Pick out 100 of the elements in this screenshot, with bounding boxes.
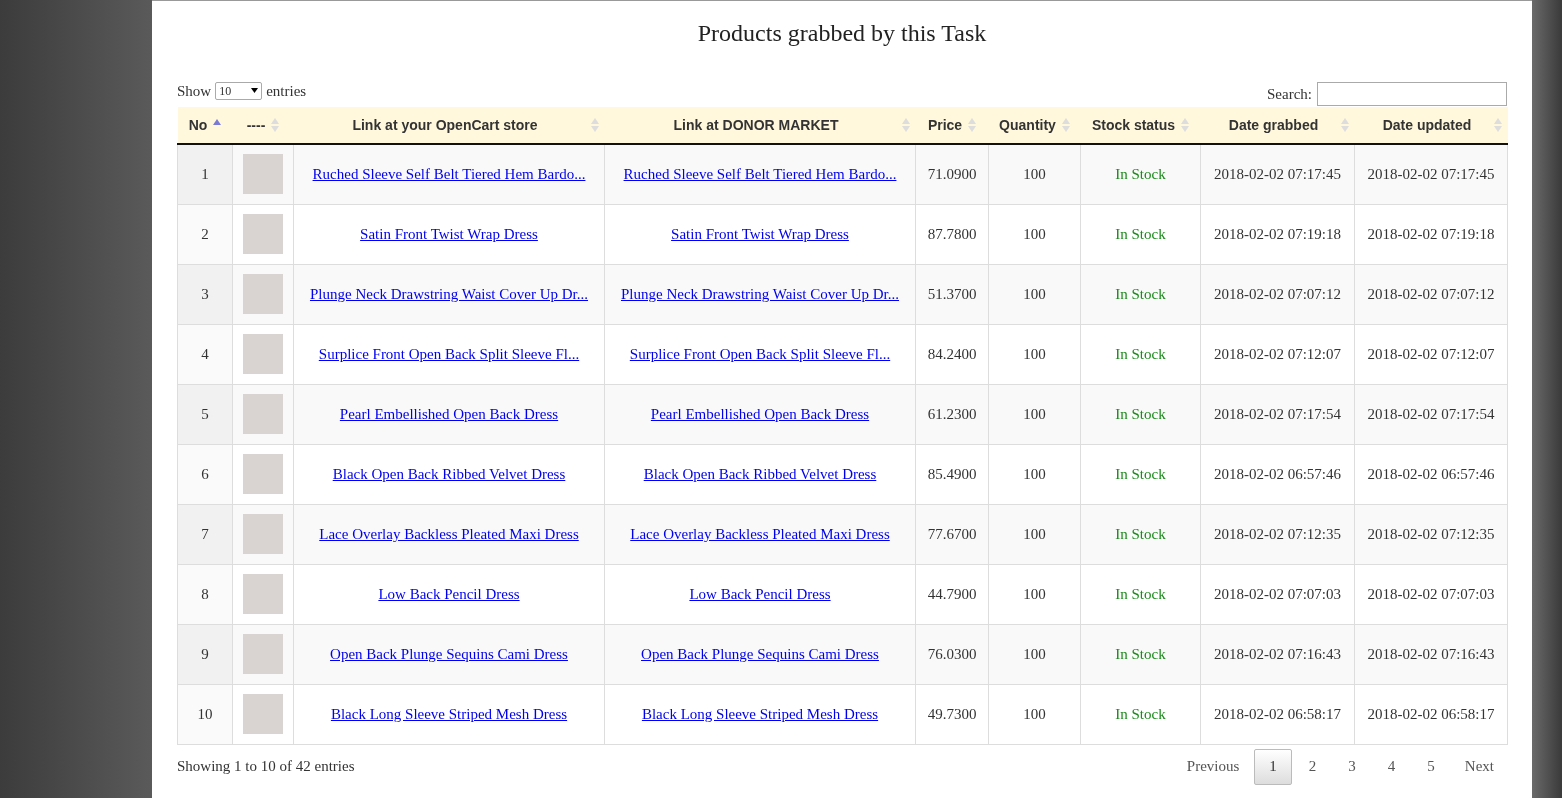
column-header[interactable]: ---- <box>246 114 266 136</box>
column-header[interactable]: Date updated <box>1382 114 1472 136</box>
column-header[interactable]: Stock status <box>1091 114 1176 136</box>
price-cell: 84.2400 <box>927 345 977 362</box>
column-header[interactable]: Price <box>927 114 963 136</box>
product-link[interactable]: Surplice Front Open Back Split Sleeve Fl... <box>629 345 891 362</box>
price-cell: 49.7300 <box>927 705 977 722</box>
photo-placeholder <box>243 514 283 554</box>
product-link[interactable]: Black Long Sleeve Striped Mesh Dress <box>641 705 879 722</box>
row-number: 10 <box>197 705 213 722</box>
date-cell: 2018-02-02 07:17:54 <box>1367 405 1495 422</box>
price-cell: 77.6700 <box>927 525 977 542</box>
column-header[interactable]: Date grabbed <box>1228 114 1319 136</box>
quantity-cell: 100 <box>1023 645 1046 662</box>
column-header[interactable]: Link at DONOR MARKET <box>673 114 839 136</box>
column-header[interactable]: Link at your OpenCart store <box>352 114 538 136</box>
product-link[interactable]: Pearl Embellished Open Back Dress <box>650 405 870 422</box>
price-cell: 87.7800 <box>927 225 977 242</box>
stock-status: In Stock <box>1115 345 1166 362</box>
product-link[interactable]: Satin Front Twist Wrap Dress <box>360 225 538 242</box>
date-cell: 2018-02-02 06:57:46 <box>1367 465 1495 482</box>
product-link[interactable]: Pearl Embellished Open Back Dress <box>339 405 559 422</box>
date-cell: 2018-02-02 07:16:43 <box>1213 645 1342 662</box>
price-cell: 76.0300 <box>927 645 977 662</box>
pagination-nav-button[interactable]: Next <box>1451 748 1507 785</box>
quantity-cell: 100 <box>1023 405 1046 422</box>
quantity-cell: 100 <box>1023 525 1046 542</box>
product-link[interactable]: Plunge Neck Drawstring Waist Cover Up Dr... <box>309 285 589 302</box>
page-button[interactable]: 4 <box>1372 748 1411 785</box>
price-cell: 71.0900 <box>927 166 977 182</box>
date-cell: 2018-02-02 07:16:43 <box>1367 645 1495 662</box>
entries-select[interactable]: 10 <box>215 81 263 100</box>
stock-status: In Stock <box>1115 585 1166 602</box>
price-cell: 61.2300 <box>927 405 977 422</box>
stock-status: In Stock <box>1115 465 1166 482</box>
page-button[interactable]: 1 <box>1254 748 1292 785</box>
show-label: Show <box>177 81 212 101</box>
row-number: 4 <box>201 345 209 362</box>
product-link[interactable]: Low Back Pencil Dress <box>378 585 520 602</box>
page-button[interactable]: 5 <box>1412 748 1450 785</box>
stock-status: In Stock <box>1115 405 1166 422</box>
product-link[interactable]: Black Long Sleeve Striped Mesh Dress <box>330 705 568 722</box>
photo-placeholder <box>243 334 283 374</box>
date-cell: 2018-02-02 07:07:12 <box>1367 285 1495 302</box>
product-link[interactable]: Black Open Back Ribbed Velvet Dress <box>332 465 566 482</box>
date-cell: 2018-02-02 07:19:18 <box>1367 225 1495 242</box>
date-cell: 2018-02-02 07:07:03 <box>1367 585 1495 602</box>
product-link[interactable]: Lace Overlay Backless Pleated Maxi Dress <box>630 525 890 542</box>
row-number: 2 <box>201 225 209 242</box>
price-cell: 44.7900 <box>927 585 977 602</box>
product-link[interactable]: Black Open Back Ribbed Velvet Dress <box>643 465 877 482</box>
photo-placeholder <box>243 214 283 254</box>
search-field[interactable] <box>1317 82 1507 106</box>
date-cell: 2018-02-02 07:17:54 <box>1213 405 1342 422</box>
date-cell: 2018-02-02 06:57:46 <box>1213 465 1342 482</box>
product-link[interactable]: Satin Front Twist Wrap Dress <box>671 225 849 242</box>
column-header[interactable]: No <box>188 114 208 136</box>
page-button[interactable]: 3 <box>1333 748 1371 785</box>
photo-placeholder <box>243 274 283 314</box>
quantity-cell: 100 <box>1023 585 1046 602</box>
product-link[interactable]: Low Back Pencil Dress <box>689 585 831 602</box>
stock-status: In Stock <box>1115 225 1166 242</box>
row-number: 9 <box>201 645 209 662</box>
date-cell: 2018-02-02 07:07:12 <box>1213 285 1342 302</box>
dropdown-caret-icon <box>251 88 259 94</box>
product-link[interactable]: Plunge Neck Drawstring Waist Cover Up Dr... <box>620 285 900 302</box>
pagination-nav-button[interactable]: Previous <box>1173 748 1253 785</box>
date-cell: 2018-02-02 07:07:03 <box>1213 585 1342 602</box>
stock-status: In Stock <box>1115 705 1166 722</box>
quantity-cell: 100 <box>1023 705 1046 722</box>
date-cell: 2018-02-02 07:19:18 <box>1213 225 1342 242</box>
product-link[interactable]: Lace Overlay Backless Pleated Maxi Dress <box>319 525 579 542</box>
row-number: 5 <box>201 405 209 422</box>
modal-title: Products grabbed by this Task <box>696 19 988 48</box>
stock-status: In Stock <box>1115 166 1166 182</box>
date-cell: 2018-02-02 07:12:07 <box>1367 345 1495 362</box>
row-number: 1 <box>201 166 209 182</box>
column-header[interactable]: Quantity <box>999 114 1056 136</box>
photo-placeholder <box>243 154 283 195</box>
date-cell: 2018-02-02 07:12:07 <box>1213 345 1342 362</box>
quantity-cell: 100 <box>1023 166 1046 182</box>
product-link[interactable]: Open Back Plunge Sequins Cami Dress <box>641 645 879 662</box>
product-link[interactable]: Ruched Sleeve Self Belt Tiered Hem Bardo... <box>623 166 897 182</box>
date-cell: 2018-02-02 06:58:17 <box>1213 705 1342 722</box>
page-button[interactable]: 2 <box>1293 748 1332 785</box>
table-info: Showing 1 to 10 of 42 entries <box>177 757 355 777</box>
price-cell: 51.3700 <box>927 285 977 302</box>
row-number: 8 <box>201 585 209 602</box>
quantity-cell: 100 <box>1023 225 1046 242</box>
product-link[interactable]: Open Back Plunge Sequins Cami Dress <box>330 645 568 662</box>
entries-label: entries <box>266 81 307 101</box>
row-number: 7 <box>201 525 209 542</box>
photo-placeholder <box>243 694 283 734</box>
product-link[interactable]: Surplice Front Open Back Split Sleeve Fl... <box>318 345 580 362</box>
stock-status: In Stock <box>1115 525 1166 542</box>
product-link[interactable]: Ruched Sleeve Self Belt Tiered Hem Bardo... <box>312 166 586 182</box>
row-number: 3 <box>201 285 209 302</box>
photo-placeholder <box>243 454 283 494</box>
price-cell: 85.4900 <box>927 465 977 482</box>
stock-status: In Stock <box>1115 285 1166 302</box>
